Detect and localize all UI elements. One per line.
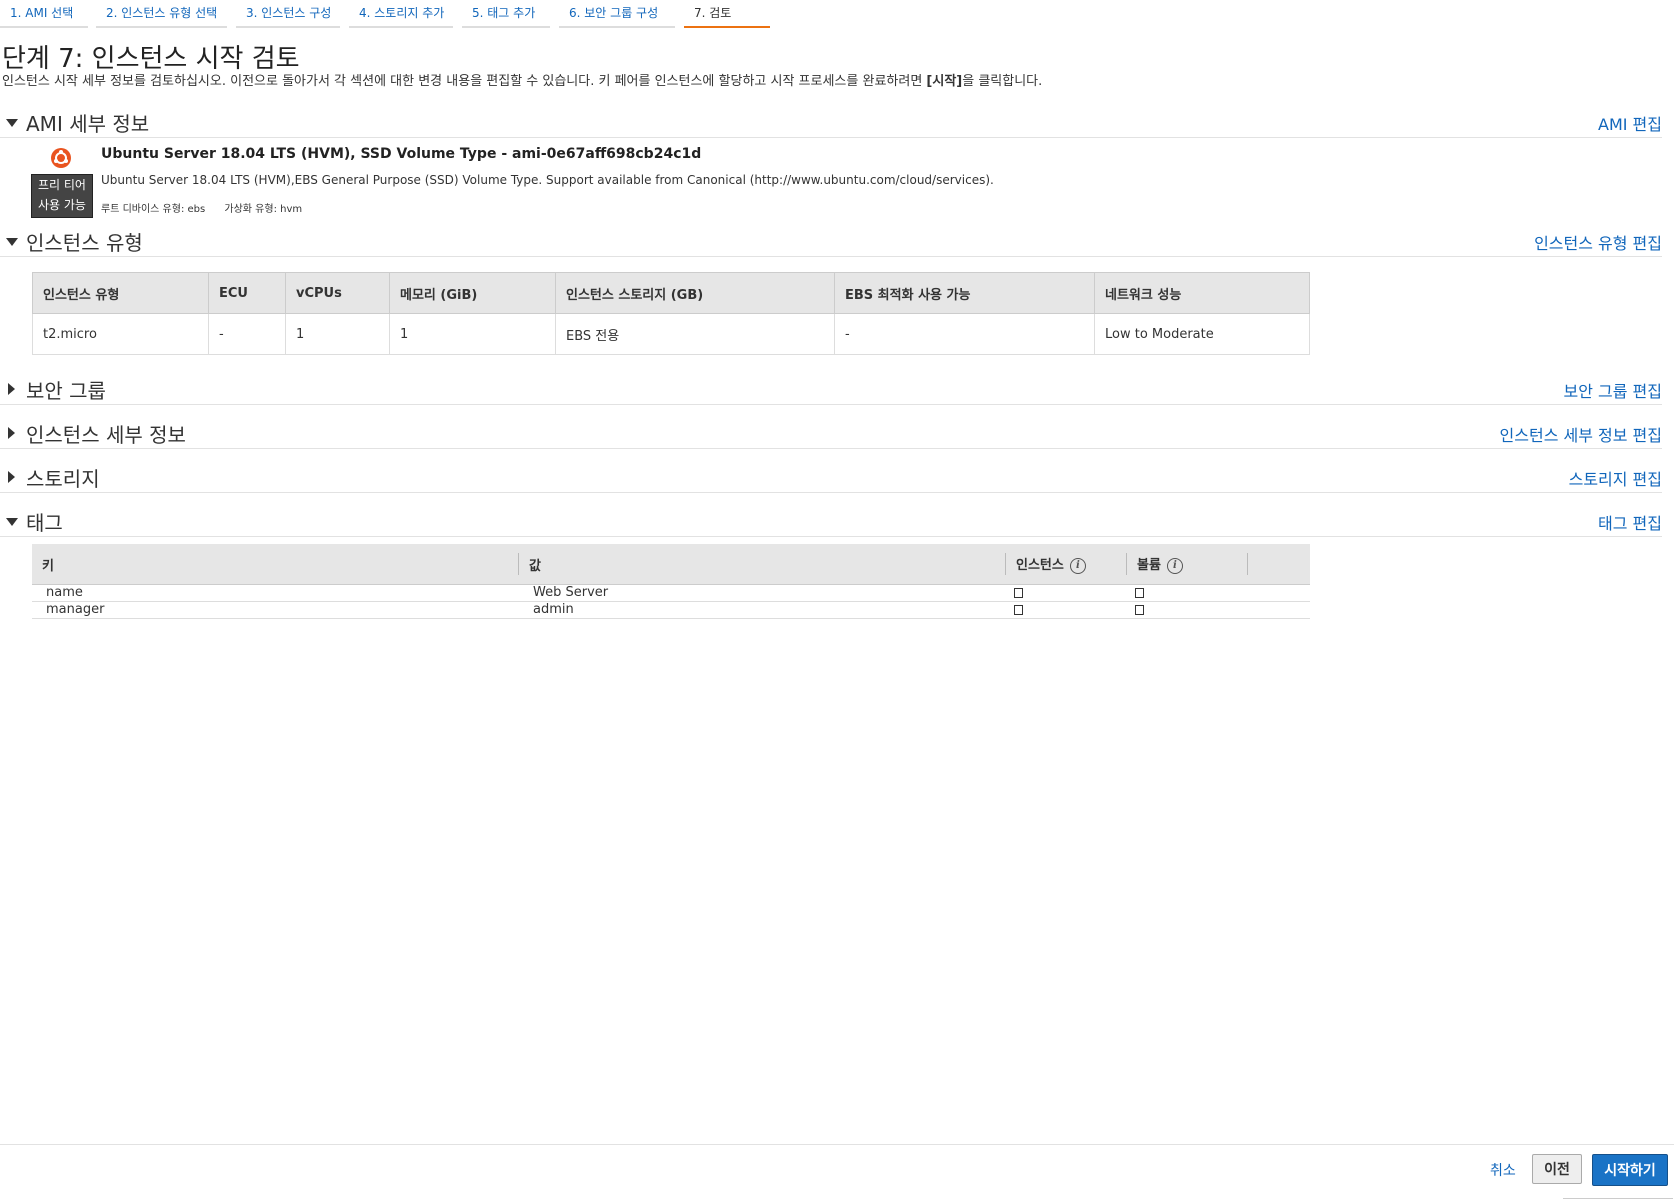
tags-table: 키 값 인스턴스 i 볼륨 i name Web Server manager ad… (32, 544, 1310, 619)
column-header-key: 키 (32, 544, 519, 585)
tab-add-storage[interactable]: 4. 스토리지 추가 (349, 0, 453, 28)
table-cell: - (834, 313, 1095, 355)
tag-key: manager (32, 601, 519, 619)
section-tags[interactable]: 태그 태그 편집 (0, 506, 1662, 537)
caret-down-icon[interactable] (6, 119, 18, 127)
column-header: ECU (208, 272, 286, 314)
column-header-instances: 인스턴스 i (1006, 544, 1127, 585)
section-security-group[interactable]: 보안 그룹 보안 그룹 편집 (0, 374, 1662, 405)
wizard-tabs: 1. AMI 선택 2. 인스턴스 유형 선택 3. 인스턴스 구성 4. 스토… (0, 0, 1674, 30)
column-header: 네트워크 성능 (1094, 272, 1310, 314)
column-header-empty (1248, 544, 1310, 585)
page-description-launch: [시작] (926, 74, 963, 89)
table-cell: t2.micro (32, 313, 209, 355)
ami-name: Ubuntu Server 18.04 LTS (HVM), SSD Volum… (101, 146, 702, 162)
edit-instance-details-link[interactable]: 인스턴스 세부 정보 편집 (1500, 422, 1662, 446)
free-tier-label: 프리 티어 (38, 178, 86, 192)
column-header: vCPUs (285, 272, 390, 314)
caret-right-icon[interactable] (8, 471, 15, 483)
table-header-row: 인스턴스 유형 ECU vCPUs 메모리 (GiB) 인스턴스 스토리지 (G… (32, 272, 1310, 314)
free-tier-badge: 프리 티어 사용 가능 (31, 174, 93, 218)
section-title-instance-details[interactable]: 인스턴스 세부 정보 (26, 419, 186, 448)
footer-edge (1563, 1198, 1673, 1199)
column-header-volumes: 볼륨 i (1127, 544, 1248, 585)
section-title-tags[interactable]: 태그 (26, 507, 63, 536)
table-cell: 1 (389, 313, 556, 355)
section-title-security-group[interactable]: 보안 그룹 (26, 375, 106, 404)
ami-meta: 루트 디바이스 유형: ebs 가상화 유형: hvm (101, 200, 318, 215)
table-header-row: 키 값 인스턴스 i 볼륨 i (32, 544, 1310, 585)
table-row: name Web Server (32, 584, 1310, 602)
tab-add-tags[interactable]: 5. 태그 추가 (462, 0, 550, 28)
root-device-type: 루트 디바이스 유형: ebs (101, 204, 206, 215)
page-description: 인스턴스 시작 세부 정보를 검토하십시오. 이전으로 돌아가서 각 섹션에 대… (2, 70, 1042, 89)
column-header: EBS 최적화 사용 가능 (834, 272, 1095, 314)
column-header-key-label: 키 (42, 558, 54, 574)
table-cell-empty (1248, 601, 1310, 619)
page-description-end: 을 클릭합니다. (962, 74, 1043, 89)
section-instance-details[interactable]: 인스턴스 세부 정보 인스턴스 세부 정보 편집 (0, 418, 1662, 449)
section-storage[interactable]: 스토리지 스토리지 편집 (0, 462, 1662, 493)
tab-choose-ami[interactable]: 1. AMI 선택 (0, 0, 88, 28)
tag-key: name (32, 584, 519, 602)
info-icon[interactable]: i (1166, 557, 1183, 574)
edit-security-group-link[interactable]: 보안 그룹 편집 (1564, 378, 1663, 402)
checkbox-icon (1135, 587, 1144, 598)
tab-configure-instance[interactable]: 3. 인스턴스 구성 (236, 0, 340, 28)
column-header-value: 값 (519, 544, 1006, 585)
tag-instance-check (1006, 584, 1127, 602)
footer-divider (0, 1144, 1674, 1145)
tab-review[interactable]: 7. 검토 (684, 0, 770, 28)
instance-type-table: 인스턴스 유형 ECU vCPUs 메모리 (GiB) 인스턴스 스토리지 (G… (32, 272, 1310, 355)
tab-configure-security-group[interactable]: 6. 보안 그룹 구성 (559, 0, 675, 28)
checkbox-icon (1135, 604, 1144, 615)
table-cell: Low to Moderate (1094, 313, 1310, 355)
virtualization-type: 가상화 유형: hvm (224, 204, 303, 215)
section-title-storage[interactable]: 스토리지 (26, 463, 100, 492)
tag-volume-check (1127, 601, 1248, 619)
column-header-instances-label: 인스턴스 (1016, 558, 1064, 574)
table-cell: 1 (285, 313, 390, 355)
section-title-instance-type[interactable]: 인스턴스 유형 (26, 227, 143, 256)
tag-value: Web Server (519, 584, 1006, 602)
tab-choose-instance-type[interactable]: 2. 인스턴스 유형 선택 (96, 0, 227, 28)
edit-ami-link[interactable]: AMI 편집 (1598, 111, 1662, 135)
column-header-value-label: 값 (529, 558, 541, 574)
page-description-text: 인스턴스 시작 세부 정보를 검토하십시오. 이전으로 돌아가서 각 섹션에 대… (2, 74, 927, 89)
ubuntu-logo-icon (51, 148, 71, 168)
table-row: manager admin (32, 601, 1310, 619)
column-header-volumes-label: 볼륨 (1137, 558, 1161, 574)
caret-right-icon[interactable] (8, 427, 15, 439)
checkbox-icon (1014, 587, 1023, 598)
tag-value: admin (519, 601, 1006, 619)
launch-button[interactable]: 시작하기 (1592, 1154, 1668, 1186)
table-cell: EBS 전용 (555, 313, 835, 355)
section-instance-type[interactable]: 인스턴스 유형 인스턴스 유형 편집 (0, 226, 1662, 257)
edit-tags-link[interactable]: 태그 편집 (1598, 510, 1662, 534)
checkbox-icon (1014, 604, 1023, 615)
ami-description: Ubuntu Server 18.04 LTS (HVM),EBS Genera… (101, 173, 994, 187)
previous-button[interactable]: 이전 (1532, 1154, 1582, 1184)
table-cell-empty (1248, 584, 1310, 602)
tag-volume-check (1127, 584, 1248, 602)
edit-instance-type-link[interactable]: 인스턴스 유형 편집 (1534, 230, 1662, 254)
column-header: 인스턴스 스토리지 (GB) (555, 272, 835, 314)
cancel-link[interactable]: 취소 (1490, 1160, 1516, 1180)
section-ami-details[interactable]: AMI 세부 정보 AMI 편집 (0, 107, 1662, 138)
caret-right-icon[interactable] (8, 383, 15, 395)
table-cell: - (208, 313, 286, 355)
caret-down-icon[interactable] (6, 518, 18, 526)
table-row: t2.micro - 1 1 EBS 전용 - Low to Moderate (32, 313, 1310, 355)
free-tier-eligible: 사용 가능 (38, 198, 86, 212)
edit-storage-link[interactable]: 스토리지 편집 (1569, 466, 1662, 490)
caret-down-icon[interactable] (6, 238, 18, 246)
column-header: 인스턴스 유형 (32, 272, 209, 314)
info-icon[interactable]: i (1069, 557, 1086, 574)
tag-instance-check (1006, 601, 1127, 619)
column-header: 메모리 (GiB) (389, 272, 556, 314)
section-title-ami[interactable]: AMI 세부 정보 (26, 108, 149, 137)
